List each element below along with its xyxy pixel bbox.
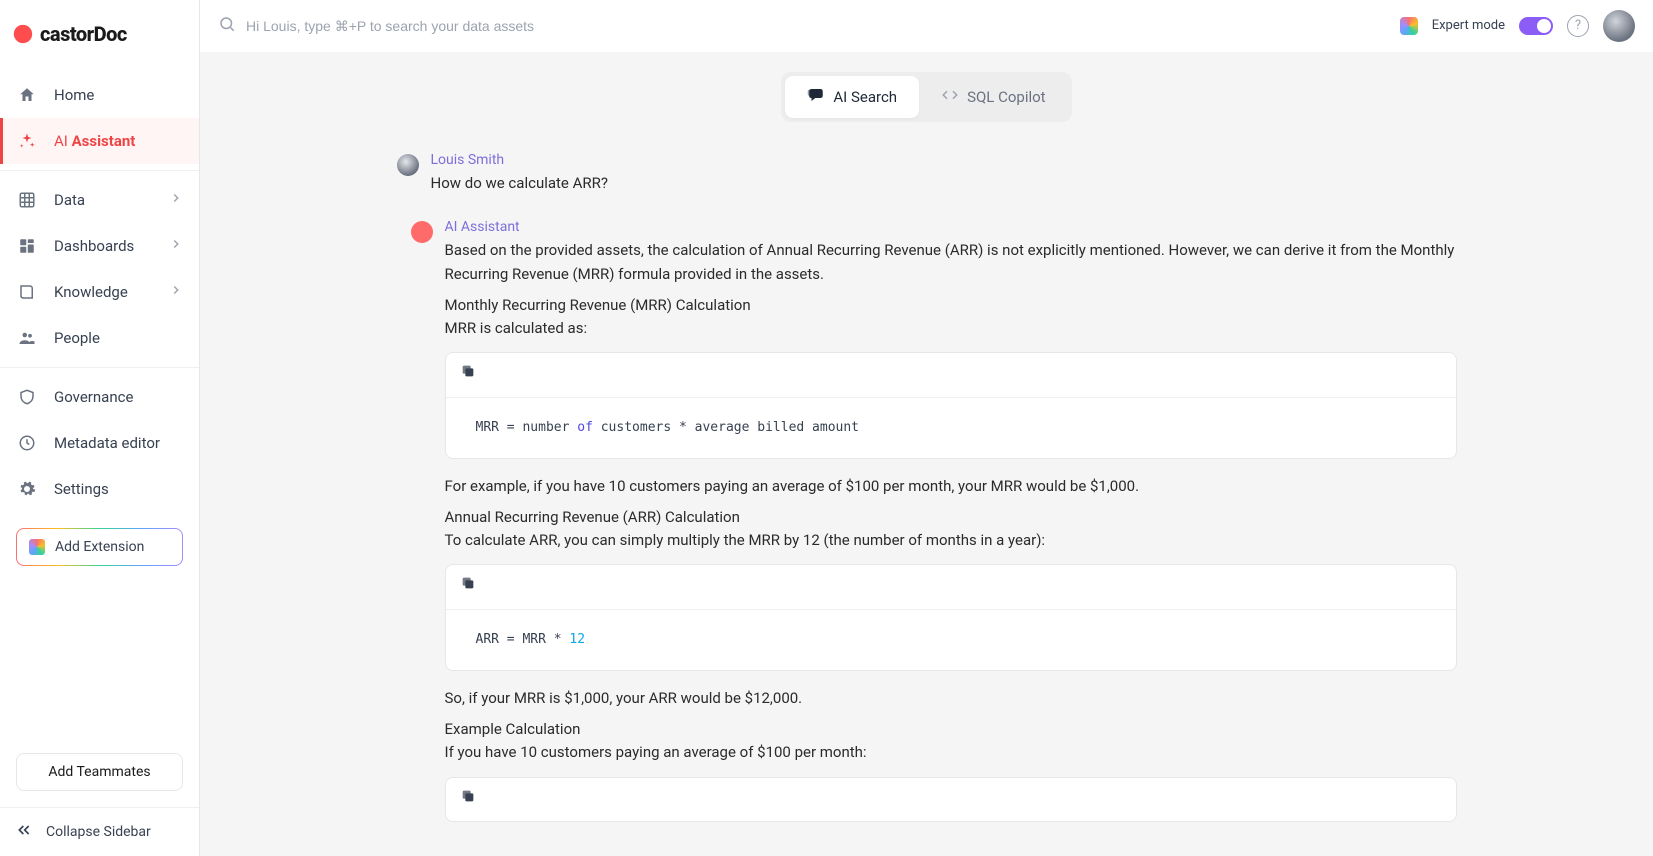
home-icon [16,86,38,104]
sidebar: castorDoc Home AI Assistant Data [0,0,200,856]
user-message-text: How do we calculate ARR? [431,172,1457,195]
main-area: Expert mode ? AI Search SQL Copilot [200,0,1653,856]
expert-mode-toggle[interactable] [1519,17,1553,35]
response-heading: Annual Recurring Revenue (ARR) Calculati… [445,506,1457,553]
shield-icon [16,388,38,406]
add-teammates-button[interactable]: Add Teammates [16,753,183,791]
copy-icon[interactable] [460,788,476,811]
tab-ai-search[interactable]: AI Search [785,76,919,118]
user-message-author: Louis Smith [431,152,1457,168]
response-heading: Monthly Recurring Revenue (MRR) Calculat… [445,294,1457,341]
add-teammates-label: Add Teammates [48,764,150,780]
nav-home[interactable]: Home [0,72,199,118]
chat-message-assistant: AI Assistant Based on the provided asset… [411,219,1457,822]
help-icon[interactable]: ? [1567,15,1589,37]
add-extension-button[interactable]: Add Extension [16,528,183,566]
code-block [445,777,1457,822]
code-content: ARR = MRR * 12 [446,609,1456,670]
response-paragraph: So, if your MRR is $1,000, your ARR woul… [445,687,1457,710]
layout-icon [16,237,38,255]
collapse-sidebar-label: Collapse Sidebar [46,824,151,840]
collapse-sidebar-button[interactable]: Collapse Sidebar [0,807,199,856]
topbar: Expert mode ? [200,0,1653,52]
nav-people-label: People [54,329,183,347]
code-icon [941,86,959,108]
chat-icon [807,86,825,108]
sparkle-icon [16,132,38,150]
copy-icon[interactable] [460,575,476,598]
nav-ai-assistant-label: AI Assistant [54,132,183,150]
search-icon [218,15,236,37]
nav-ai-assistant[interactable]: AI Assistant [0,118,199,164]
response-paragraph: For example, if you have 10 customers pa… [445,475,1457,498]
copy-icon[interactable] [460,363,476,386]
tab-ai-search-label: AI Search [833,88,897,106]
nav-data[interactable]: Data [0,177,199,223]
nav-metadata-editor-label: Metadata editor [54,434,183,452]
chevron-right-icon [169,237,183,255]
code-content: MRR = number of customers * average bill… [446,397,1456,458]
user-message-avatar [397,154,419,176]
book-icon [16,283,38,301]
rainbow-icon [29,539,45,555]
expert-mode-label: Expert mode [1432,18,1505,33]
nav-metadata-editor[interactable]: Metadata editor [0,420,199,466]
nav-data-label: Data [54,191,169,209]
nav-settings-label: Settings [54,480,183,498]
response-heading: Example Calculation If you have 10 custo… [445,718,1457,765]
assistant-author: AI Assistant [445,219,1457,235]
add-extension-label: Add Extension [55,539,144,555]
chat-thread: Louis Smith How do we calculate ARR? AI … [397,152,1457,822]
assistant-response: Based on the provided assets, the calcul… [445,239,1457,822]
grid-icon [16,191,38,209]
nav-home-label: Home [54,86,183,104]
search-input[interactable] [246,18,1386,34]
gear-icon [16,480,38,498]
code-block: ARR = MRR * 12 [445,564,1457,670]
brand-text: castorDoc [40,22,127,46]
response-paragraph: Based on the provided assets, the calcul… [445,239,1457,286]
mode-tabs: AI Search SQL Copilot [781,72,1071,122]
nav-governance-label: Governance [54,388,183,406]
clock-edit-icon [16,434,38,452]
nav-settings[interactable]: Settings [0,466,199,512]
brand-logo[interactable]: castorDoc [0,0,199,68]
nav-dashboards-label: Dashboards [54,237,169,255]
user-avatar[interactable] [1603,10,1635,42]
tab-sql-copilot-label: SQL Copilot [967,88,1046,106]
nav-people[interactable]: People [0,315,199,361]
nav-knowledge-label: Knowledge [54,283,169,301]
brand-icon [12,23,34,45]
chat-message-user: Louis Smith How do we calculate ARR? [397,152,1457,195]
people-icon [16,329,38,347]
chevron-right-icon [169,283,183,301]
chevron-right-icon [169,191,183,209]
extension-badge-icon[interactable] [1400,17,1418,35]
nav-governance[interactable]: Governance [0,374,199,420]
collapse-icon [16,822,32,842]
global-search[interactable] [218,15,1386,37]
code-block: MRR = number of customers * average bill… [445,352,1457,458]
tab-sql-copilot[interactable]: SQL Copilot [919,76,1068,118]
nav-knowledge[interactable]: Knowledge [0,269,199,315]
nav-dashboards[interactable]: Dashboards [0,223,199,269]
assistant-avatar [411,221,433,243]
content-area: AI Search SQL Copilot Louis Smith How do… [200,52,1653,856]
